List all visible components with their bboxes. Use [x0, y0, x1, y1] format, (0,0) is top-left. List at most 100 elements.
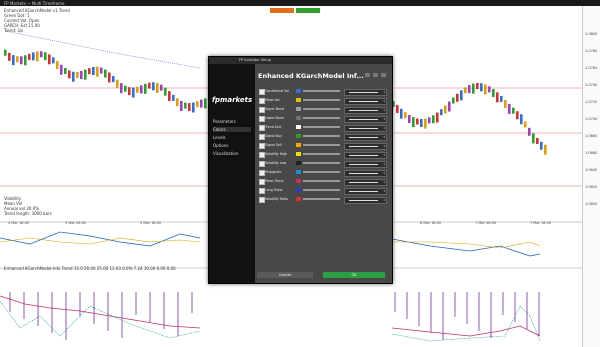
- opacity-slider[interactable]: [303, 171, 340, 173]
- candle: [516, 111, 519, 120]
- sidebar-item-options[interactable]: Options: [213, 143, 228, 148]
- candle: [444, 105, 447, 114]
- candle: [448, 101, 451, 112]
- chevron-down-icon: ▾: [383, 134, 385, 139]
- color-swatch[interactable]: [296, 152, 301, 156]
- candle: [436, 112, 439, 123]
- opacity-slider[interactable]: [303, 117, 340, 119]
- candle: [104, 69, 107, 78]
- line-style-dropdown[interactable]: ▾: [344, 178, 387, 186]
- row-label: Volatility Ratio: [265, 197, 288, 201]
- line-style-dropdown[interactable]: ▾: [344, 115, 387, 123]
- price-tick: 1.0760: [585, 66, 598, 70]
- row-label: Histogram: [265, 170, 282, 174]
- color-swatch[interactable]: [296, 125, 301, 129]
- opacity-slider[interactable]: [303, 99, 340, 101]
- line-style-dropdown[interactable]: ▾: [344, 151, 387, 159]
- dialog-content: Enhanced KGarchModel Inf... Conditional …: [255, 64, 392, 283]
- opacity-slider[interactable]: [303, 162, 340, 164]
- color-swatch[interactable]: [296, 143, 301, 147]
- row-label: Volatility High: [265, 152, 288, 156]
- sidebar-item-parameters[interactable]: Parameters: [213, 119, 236, 124]
- line-style-dropdown[interactable]: ▾: [344, 160, 387, 168]
- opacity-slider[interactable]: [303, 153, 340, 155]
- settings-icon[interactable]: [365, 73, 370, 77]
- line-style-dropdown[interactable]: ▾: [344, 124, 387, 132]
- candle: [480, 83, 483, 92]
- color-swatch[interactable]: [296, 161, 301, 165]
- price-tick: 1.0600: [585, 202, 598, 206]
- opacity-slider[interactable]: [303, 126, 340, 128]
- price-tick: 1.0720: [585, 100, 598, 104]
- sidebar-item-visualization[interactable]: Visualization: [213, 151, 238, 156]
- color-row: Trend Line ▾: [259, 124, 389, 132]
- color-swatch[interactable]: [296, 89, 301, 93]
- line-style-dropdown[interactable]: ▾: [344, 88, 387, 96]
- candle: [16, 56, 19, 63]
- row-label: Conditional Vol: [265, 89, 289, 93]
- opacity-slider[interactable]: [303, 108, 340, 110]
- candle: [488, 86, 491, 93]
- candle: [20, 56, 23, 65]
- toolbar-button[interactable]: [270, 8, 294, 13]
- toolbar-button[interactable]: [296, 8, 320, 13]
- candle: [72, 71, 75, 82]
- opacity-slider[interactable]: [303, 90, 340, 92]
- candle: [132, 87, 135, 98]
- color-swatch[interactable]: [296, 107, 301, 111]
- price-tick: 1.0620: [585, 185, 598, 189]
- opacity-slider[interactable]: [303, 135, 340, 137]
- indicator-dialog[interactable]: FP Indicator Setup fpmarkets Parameters …: [208, 56, 393, 284]
- candle: [544, 144, 547, 155]
- candle: [176, 98, 179, 107]
- candle: [148, 82, 151, 89]
- candle: [168, 91, 171, 102]
- candle: [56, 61, 59, 70]
- price-axis: 1.0800 1.0780 1.0760 1.0740 1.0720 1.0700 1.06…: [582, 6, 600, 347]
- candle: [452, 97, 455, 104]
- candle: [504, 99, 507, 108]
- candle: [532, 133, 535, 144]
- opacity-slider[interactable]: [303, 180, 340, 182]
- candle: [88, 68, 91, 75]
- candle: [184, 102, 187, 109]
- dialog-sidebar: fpmarkets Parameters Colors Levels Optio…: [209, 64, 255, 283]
- opacity-slider[interactable]: [303, 189, 340, 191]
- chevron-down-icon: ▾: [383, 143, 385, 148]
- color-swatch[interactable]: [296, 197, 301, 201]
- color-swatch[interactable]: [296, 98, 301, 102]
- line-style-dropdown[interactable]: ▾: [344, 196, 387, 204]
- sidebar-item-colors[interactable]: Colors: [213, 127, 251, 132]
- close-icon[interactable]: [381, 73, 386, 77]
- color-row: Volatility High ▾: [259, 151, 389, 159]
- opacity-slider[interactable]: [303, 198, 340, 200]
- line-style-dropdown[interactable]: ▾: [344, 142, 387, 150]
- color-row: Long Trend ▾: [259, 187, 389, 195]
- color-swatch[interactable]: [296, 179, 301, 183]
- sidebar-item-levels[interactable]: Levels: [213, 135, 226, 140]
- candle: [12, 55, 15, 66]
- opacity-slider[interactable]: [303, 144, 340, 146]
- color-swatch[interactable]: [296, 188, 301, 192]
- candle: [192, 102, 195, 113]
- price-tick: 1.0680: [585, 134, 598, 138]
- candle: [64, 68, 67, 75]
- color-swatch[interactable]: [296, 170, 301, 174]
- candle: [412, 117, 415, 128]
- line-style-dropdown[interactable]: ▾: [344, 97, 387, 105]
- line-style-dropdown[interactable]: ▾: [344, 106, 387, 114]
- row-label: Volatility Low: [265, 161, 287, 165]
- info-line: Trend: Up: [4, 28, 24, 33]
- share-icon[interactable]: [373, 73, 378, 77]
- line-style-dropdown[interactable]: ▾: [344, 187, 387, 195]
- candle: [496, 92, 499, 103]
- candle: [420, 118, 423, 127]
- color-swatch[interactable]: [296, 116, 301, 120]
- ok-button[interactable]: OK: [323, 272, 385, 278]
- line-style-dropdown[interactable]: ▾: [344, 169, 387, 177]
- cancel-button[interactable]: Cancel: [257, 272, 313, 278]
- color-swatch[interactable]: [296, 134, 301, 138]
- time-tick: 5 Mar 18:00: [140, 221, 162, 225]
- price-tick: 1.0740: [585, 83, 598, 87]
- line-style-dropdown[interactable]: ▾: [344, 133, 387, 141]
